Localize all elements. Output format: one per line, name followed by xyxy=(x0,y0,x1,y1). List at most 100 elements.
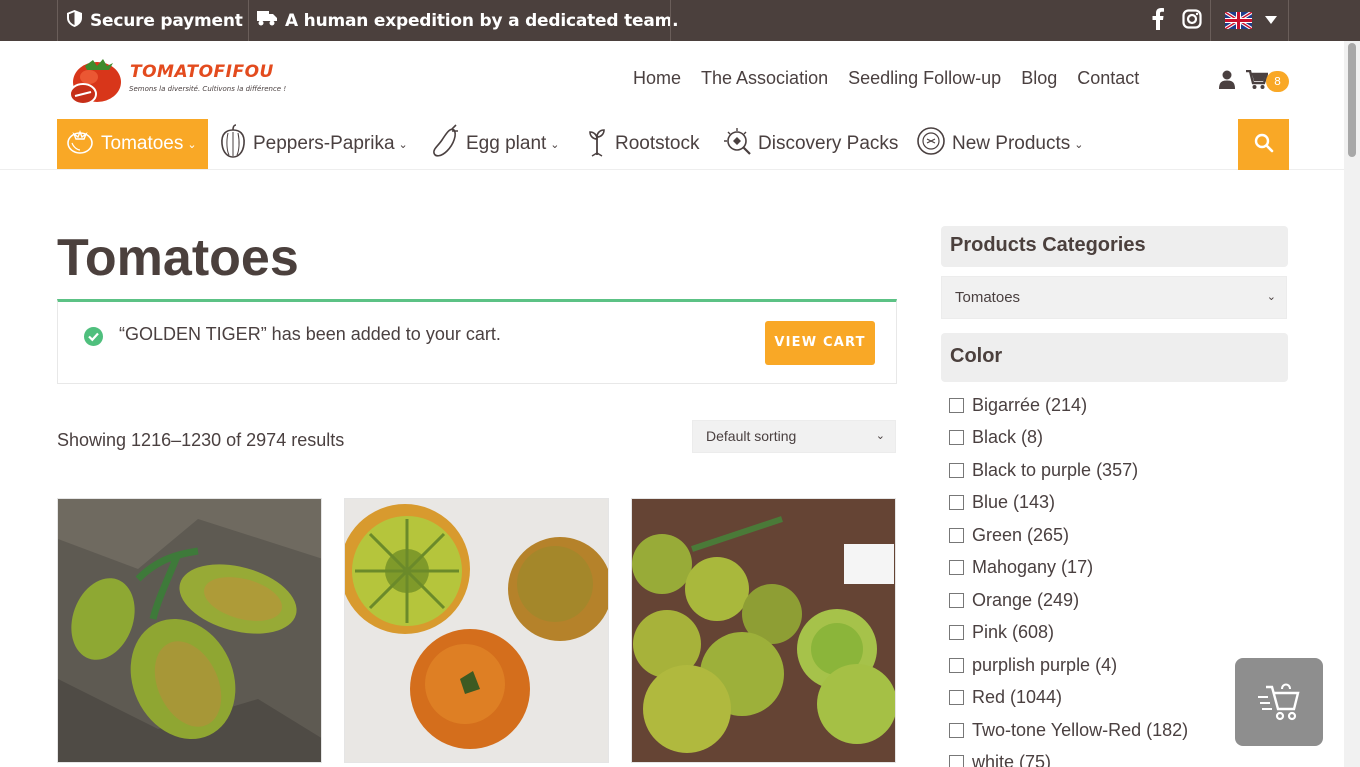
checkbox[interactable] xyxy=(949,722,964,738)
sorting-value: Default sorting xyxy=(706,428,797,444)
category-egg-plant[interactable]: Egg plant ⌄ xyxy=(432,119,560,169)
sorting-select[interactable]: Default sorting ⌄ xyxy=(692,420,896,453)
chevron-down-icon: ⌄ xyxy=(398,138,408,151)
floating-cart-button[interactable] xyxy=(1235,658,1323,746)
color-label: Black (8) xyxy=(972,426,1044,447)
category-discovery-packs[interactable]: Discovery Packs xyxy=(722,119,898,169)
category-tomatoes[interactable]: Tomatoes ⌄ xyxy=(57,119,208,169)
category-label: Tomatoes xyxy=(101,133,184,154)
category-label: Peppers-Paprika xyxy=(253,133,395,154)
checkbox[interactable] xyxy=(949,462,964,478)
pepper-icon xyxy=(219,124,253,164)
secure-payment-notice: Secure payment xyxy=(67,0,243,41)
divider xyxy=(1288,0,1289,41)
check-circle-icon xyxy=(84,327,103,346)
category-new-products[interactable]: New Products ⌄ xyxy=(916,119,1084,169)
divider xyxy=(57,0,58,41)
cart-count-badge[interactable]: 8 xyxy=(1266,71,1289,92)
uk-flag-icon[interactable] xyxy=(1224,10,1253,31)
nav-contact[interactable]: Contact xyxy=(1077,68,1139,89)
nav-association[interactable]: The Association xyxy=(701,68,828,89)
color-label: Red (1044) xyxy=(972,686,1063,707)
checkbox[interactable] xyxy=(949,429,964,445)
cart-notice: “GOLDEN TIGER” has been added to your ca… xyxy=(57,299,897,384)
color-label: Green (265) xyxy=(972,524,1070,545)
product-image[interactable] xyxy=(57,498,322,763)
checkbox[interactable] xyxy=(949,624,964,640)
checkbox[interactable] xyxy=(949,527,964,543)
chevron-down-icon: ⌄ xyxy=(875,430,885,442)
chevron-down-icon: ⌄ xyxy=(187,138,197,151)
search-button[interactable] xyxy=(1238,119,1289,170)
nav-home[interactable]: Home xyxy=(633,68,681,89)
color-filter-item[interactable]: Two-tone Yellow-Red (182) xyxy=(949,715,1188,745)
page-title: Tomatoes xyxy=(57,229,299,287)
discovery-icon xyxy=(722,126,758,162)
product-image[interactable] xyxy=(631,498,896,763)
color-label: Pink (608) xyxy=(972,621,1055,642)
checkbox[interactable] xyxy=(949,657,964,673)
shopping-cart-icon xyxy=(1256,677,1302,727)
product-image[interactable] xyxy=(344,498,609,763)
checkbox[interactable] xyxy=(949,559,964,575)
color-widget-title: Color xyxy=(941,333,1288,382)
checkbox[interactable] xyxy=(949,592,964,608)
color-label: Orange (249) xyxy=(972,589,1080,610)
color-filter-item[interactable]: white (75) xyxy=(949,747,1051,767)
category-label: Rootstock xyxy=(615,133,700,154)
top-bar: Secure payment A human expedition by a d… xyxy=(0,0,1360,41)
color-filter-item[interactable]: Black (8) xyxy=(949,422,1043,452)
checkbox[interactable] xyxy=(949,397,964,413)
color-label: white (75) xyxy=(972,751,1052,767)
facebook-icon[interactable] xyxy=(1152,8,1164,30)
color-filter-item[interactable]: Blue (143) xyxy=(949,487,1055,517)
shield-icon xyxy=(67,9,90,32)
category-select[interactable]: Tomatoes ⌄ xyxy=(941,276,1287,319)
color-filter-item[interactable]: Black to purple (357) xyxy=(949,455,1138,485)
eggplant-icon xyxy=(432,124,466,164)
color-filter-item[interactable]: Orange (249) xyxy=(949,585,1079,615)
divider xyxy=(1210,0,1211,41)
divider xyxy=(248,0,249,41)
color-label: Bigarrée (214) xyxy=(972,394,1088,415)
checkbox[interactable] xyxy=(949,689,964,705)
category-rootstock[interactable]: Rootstock xyxy=(585,119,699,169)
category-select-value: Tomatoes xyxy=(955,289,1021,306)
secure-payment-text: Secure payment xyxy=(90,10,243,31)
checkbox[interactable] xyxy=(949,494,964,510)
color-filter-item[interactable]: Red (1044) xyxy=(949,682,1062,712)
nav-seedling-follow-up[interactable]: Seedling Follow-up xyxy=(848,68,1001,89)
checkbox[interactable] xyxy=(949,754,964,767)
color-filter-item[interactable]: Mahogany (17) xyxy=(949,552,1093,582)
scrollbar[interactable] xyxy=(1344,41,1360,767)
logo-tagline: Semons la diversité. Cultivons la différ… xyxy=(129,85,287,93)
search-icon xyxy=(1254,133,1274,157)
color-filter-item[interactable]: Pink (608) xyxy=(949,617,1054,647)
new-badge-icon xyxy=(916,126,952,162)
chevron-down-icon: ⌄ xyxy=(1266,291,1276,303)
truck-icon xyxy=(257,10,285,31)
view-cart-button[interactable]: VIEW CART xyxy=(765,321,875,365)
category-label: New Products xyxy=(952,133,1071,154)
color-filter-item[interactable]: purplish purple (4) xyxy=(949,650,1117,680)
color-label: Black to purple (357) xyxy=(972,459,1139,480)
expedition-notice: A human expedition by a dedicated team. xyxy=(257,0,679,41)
color-label: purplish purple (4) xyxy=(972,654,1118,675)
scrollbar-thumb[interactable] xyxy=(1348,43,1356,157)
category-peppers-paprika[interactable]: Peppers-Paprika ⌄ xyxy=(219,119,408,169)
seedling-icon xyxy=(585,125,615,163)
color-filter-item[interactable]: Bigarrée (214) xyxy=(949,390,1087,420)
instagram-icon[interactable] xyxy=(1182,8,1202,30)
language-dropdown-caret-icon[interactable] xyxy=(1265,16,1277,24)
divider xyxy=(670,0,671,41)
color-label: Two-tone Yellow-Red (182) xyxy=(972,719,1189,740)
nav-blog[interactable]: Blog xyxy=(1021,68,1057,89)
expedition-text: A human expedition by a dedicated team. xyxy=(285,10,679,31)
categories-widget-title: Products Categories xyxy=(941,226,1288,267)
category-label: Egg plant xyxy=(466,133,547,154)
color-filter-item[interactable]: Green (265) xyxy=(949,520,1069,550)
user-icon[interactable] xyxy=(1219,70,1235,93)
cart-icon[interactable] xyxy=(1246,69,1269,94)
tomato-icon xyxy=(65,126,101,162)
chevron-down-icon: ⌄ xyxy=(550,138,560,151)
